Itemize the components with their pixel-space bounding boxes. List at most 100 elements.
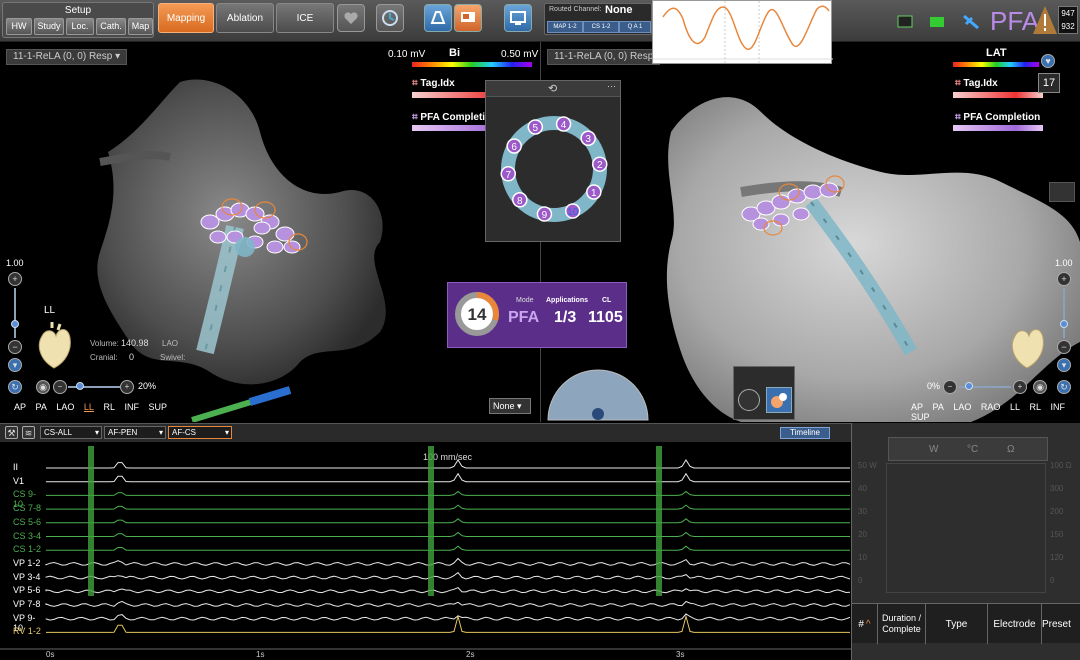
right-view-rao[interactable]: RAO (981, 402, 1001, 412)
setup-study-button[interactable]: Study (34, 18, 64, 35)
setup-loc-button[interactable]: Loc. (66, 18, 94, 35)
left-view-rl[interactable]: RL (103, 402, 115, 412)
left-orientation-bar: AP PA LAO LL RL INF SUP (14, 402, 174, 412)
left-zoom-slider-knob[interactable] (11, 320, 19, 328)
left-mode-icon[interactable]: ◉ (36, 380, 50, 394)
egm-trace (45, 571, 851, 580)
col-duration[interactable]: Duration / Complete (878, 604, 926, 644)
setup-hw-button[interactable]: HW (6, 18, 32, 35)
right-zoom-slider-knob[interactable] (1060, 320, 1068, 328)
right-tag-count[interactable]: 17 (1038, 73, 1060, 93)
shell-view-icon[interactable] (424, 4, 452, 32)
left-rotate-icon[interactable]: ↻ (8, 380, 22, 394)
ice-probe-icon (191, 386, 292, 422)
right-reset-view-icon[interactable]: ▾ (1057, 358, 1071, 372)
left-orientation-heart-icon[interactable] (34, 322, 74, 372)
qa-channel-button[interactable]: Q A 1 (619, 21, 651, 33)
lao-label: LAO (162, 339, 179, 348)
right-hzoom-in-button[interactable]: + (1013, 380, 1027, 394)
left-horizontal-slider-knob[interactable] (76, 382, 84, 390)
left-map-view[interactable]: 11-1-ReLA (0, 0) Resp ▾ 0.10 mV Bi 0.50 … (0, 42, 540, 422)
routed-channel-box[interactable]: Routed Channel: None MAP 1-2 CS 1-2 Q A … (544, 3, 652, 35)
tab-ice[interactable]: ICE (276, 3, 334, 33)
pfa-ablation-panel[interactable]: 14 Mode PFA Applications 1/3 CL 1105 (447, 282, 627, 348)
catheter-navigator-dial[interactable] (546, 366, 650, 422)
left-view-inf[interactable]: INF (124, 402, 139, 412)
right-view-sup[interactable]: SUP (911, 412, 930, 422)
col-preset[interactable]: Preset (1042, 604, 1080, 644)
setup-cath-button[interactable]: Cath. (96, 18, 126, 35)
right-horizontal-slider-knob[interactable] (965, 382, 973, 390)
swivel-label: Swivel: (160, 353, 186, 362)
left-zoom-in-button[interactable]: + (8, 272, 22, 286)
right-view-rl[interactable]: RL (1029, 402, 1041, 412)
ring-electrode-label: 1 (591, 188, 597, 199)
right-mode-icon[interactable]: ◉ (1033, 380, 1047, 394)
generator-left-axis-label: 20 (858, 530, 867, 539)
right-hzoom-out-button[interactable]: − (943, 380, 957, 394)
left-reset-view-icon[interactable]: ▾ (8, 358, 22, 372)
generator-right-axis-label: 300 (1050, 484, 1064, 493)
tab-ablation[interactable]: Ablation (216, 3, 274, 33)
left-hzoom-in-button[interactable]: + (120, 380, 134, 394)
left-view-pa[interactable]: PA (36, 402, 47, 412)
left-zoom-level: 1.00 (6, 258, 24, 268)
mode-value: PFA (508, 309, 540, 326)
right-tool-popup[interactable] (733, 366, 795, 420)
right-view-pa[interactable]: PA (933, 402, 944, 412)
tab-mapping[interactable]: Mapping (158, 3, 214, 33)
setup-map-button[interactable]: Map (128, 18, 153, 35)
right-zoom-in-button[interactable]: + (1057, 272, 1071, 286)
right-view-lao[interactable]: LAO (953, 402, 971, 412)
egm-trace (45, 587, 851, 594)
routed-channel-label: Routed Channel: (549, 6, 602, 13)
right-zoom-out-button[interactable]: − (1057, 340, 1071, 354)
left-view-ap[interactable]: AP (14, 402, 26, 412)
ring-electrode-label: 3 (585, 134, 591, 145)
left-view-lao[interactable]: LAO (56, 402, 74, 412)
patch-count-box: 947 932 (1058, 6, 1078, 34)
ohm-unit: Ω (1007, 444, 1015, 455)
right-tag-list-icon[interactable]: ♥ (1041, 54, 1055, 68)
col-electrode[interactable]: Electrode (988, 604, 1042, 644)
cranial-label: Cranial: (90, 353, 118, 362)
ring-electrode-label: 7 (505, 170, 511, 181)
ring-electrode-label: 8 (517, 196, 523, 207)
left-view-sup[interactable]: SUP (149, 402, 168, 412)
col-number[interactable]: # ^ (852, 604, 878, 644)
left-view-ll[interactable]: LL (84, 402, 94, 412)
ring-catheter-popup[interactable]: ⟲ ⋯ 4 3 2 1 10 9 8 7 6 5 (485, 80, 621, 242)
heart-model-icon[interactable] (337, 4, 365, 32)
right-view-ap[interactable]: AP (911, 402, 923, 412)
right-zoom-slider[interactable] (1063, 288, 1065, 338)
right-rotate-icon[interactable]: ↻ (1057, 380, 1071, 394)
right-side-toolbox[interactable] (1049, 182, 1075, 202)
left-zoom-out-button[interactable]: − (8, 340, 22, 354)
ring-popup-menu-icon[interactable]: ⋯ (607, 81, 616, 92)
warning-icon[interactable] (1032, 4, 1058, 36)
pfa-catheter-icon[interactable] (766, 387, 792, 413)
right-orientation-bar: AP PA LAO RAO LL RL INF SUP (911, 402, 1080, 422)
map-channel-button[interactable]: MAP 1-2 (547, 21, 583, 33)
generator-right-axis-label: 0 (1050, 576, 1055, 585)
bi-colorbar (412, 62, 532, 67)
lat-colorbar (953, 62, 1039, 67)
tag-tool-icon[interactable] (454, 4, 482, 32)
cs-channel-button[interactable]: CS 1-2 (583, 21, 619, 33)
col-type[interactable]: Type (926, 604, 988, 644)
view-orientation-icon[interactable] (376, 4, 404, 32)
right-view-ll[interactable]: LL (1010, 402, 1020, 412)
ring-electrode-label: 2 (597, 160, 603, 171)
generator-left-axis-label: 50 W (858, 461, 877, 470)
right-orientation-heart-icon[interactable] (1007, 322, 1047, 372)
right-tag-index-label: ⌗ Tag.Idx (955, 78, 998, 89)
ring-electrode-label: 4 (561, 120, 567, 131)
display-settings-icon[interactable] (504, 4, 532, 32)
ice-toggle-icon[interactable] (738, 389, 760, 411)
egm-trace (46, 459, 850, 469)
left-hzoom-out-button[interactable]: − (53, 380, 67, 394)
none-dropdown[interactable]: None ▾ (489, 398, 531, 414)
generator-left-axis-label: 40 (858, 484, 867, 493)
right-view-inf[interactable]: INF (1051, 402, 1066, 412)
left-zoom-slider[interactable] (14, 288, 16, 338)
